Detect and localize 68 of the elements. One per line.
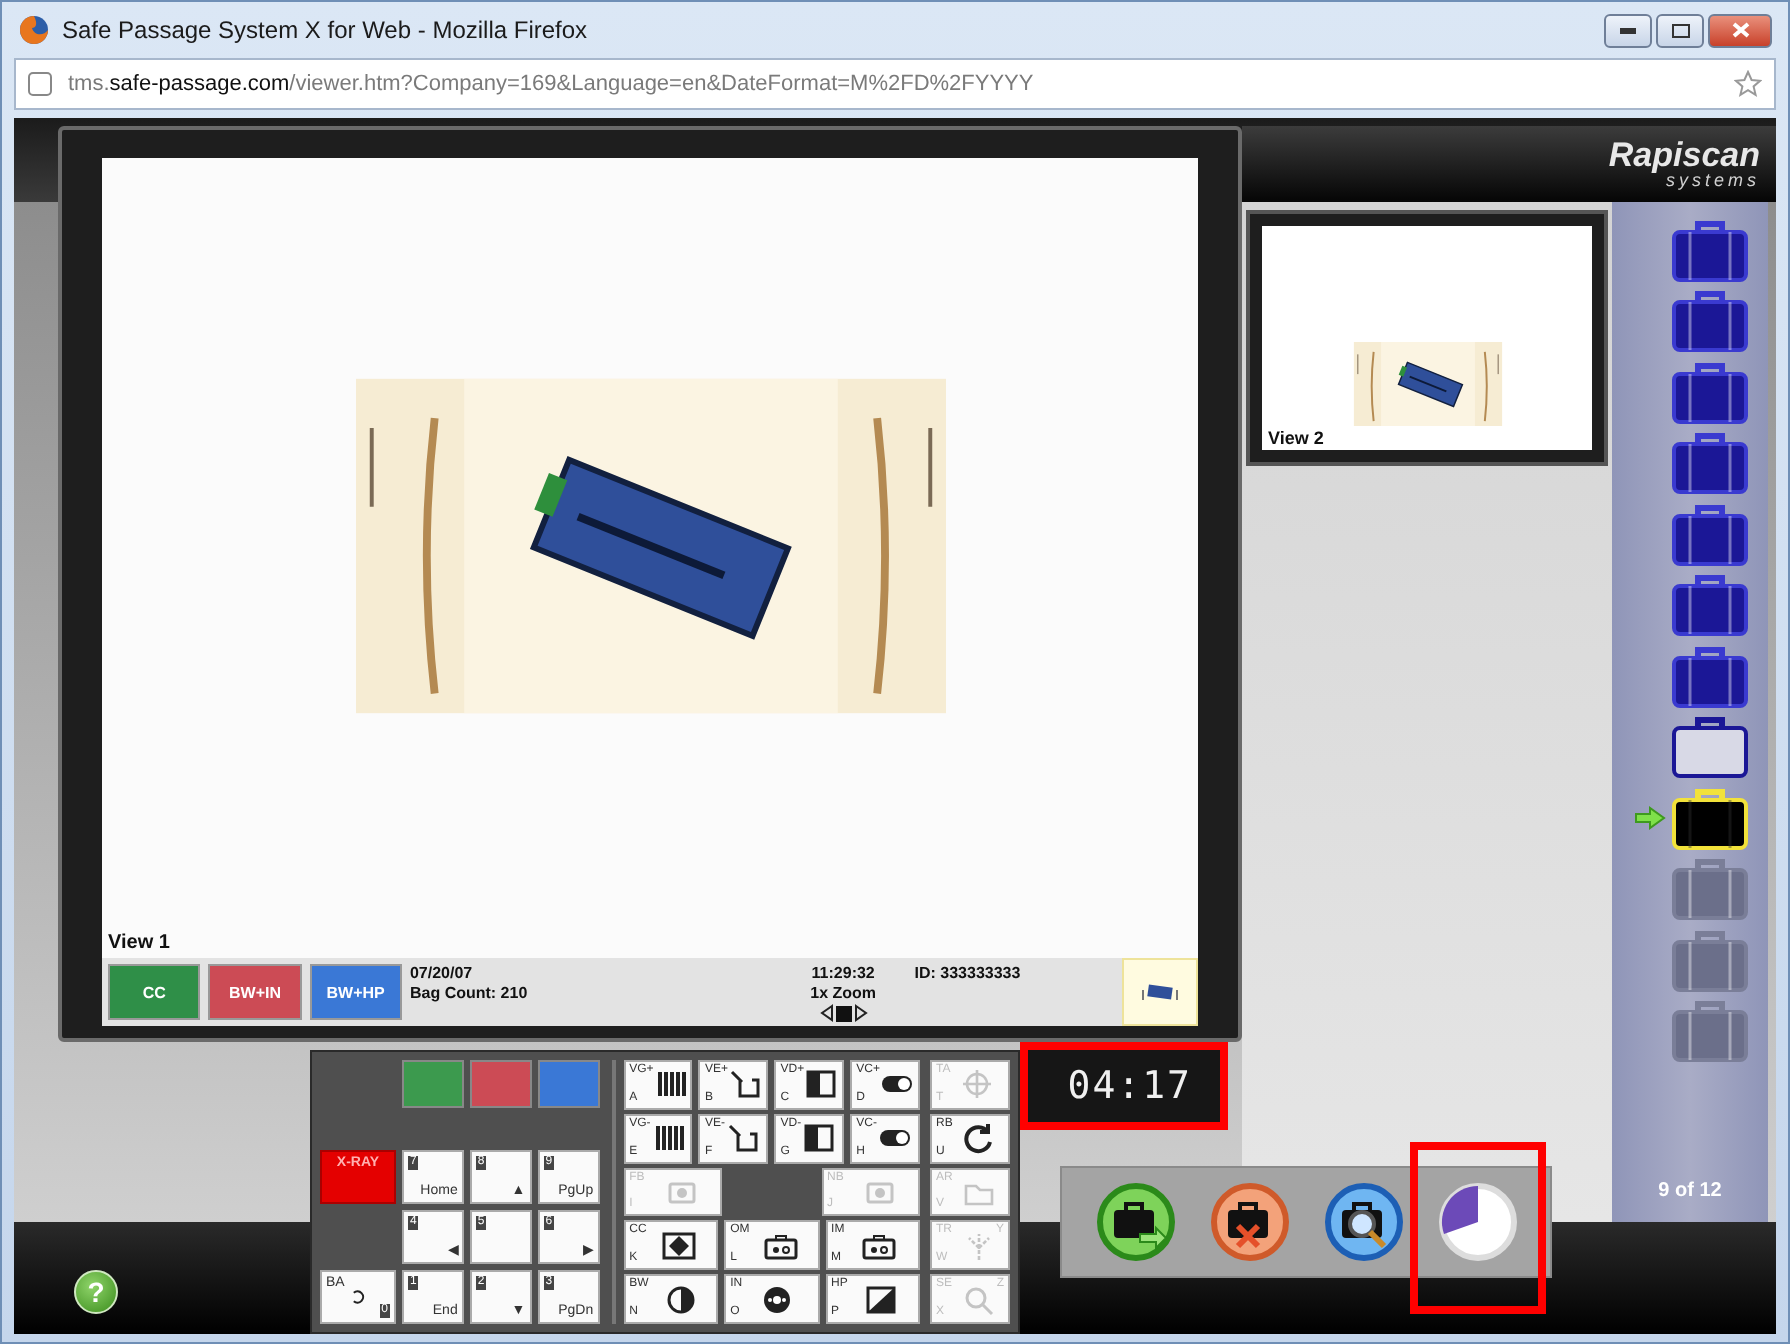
maximize-button[interactable] [1656, 13, 1704, 47]
contrast-icon [663, 1283, 698, 1316]
split-square-icon [804, 1068, 839, 1101]
countdown-timer: 04:17 [1028, 1050, 1220, 1122]
bag-count: Bag Count: 210 [409, 984, 528, 1004]
suitcase-icon [1670, 927, 1750, 992]
dotted-circle-icon [760, 1283, 795, 1316]
barcode-icon [653, 1068, 688, 1101]
color-key[interactable] [469, 1060, 532, 1108]
suitcase-icon [1670, 430, 1750, 495]
suitcase-icon [1670, 856, 1750, 921]
thumbnail-card[interactable]: View 2 [1246, 210, 1608, 466]
action-button[interactable] [1095, 1182, 1175, 1262]
suitcase-icon [1670, 288, 1750, 353]
crop-icon [726, 1122, 761, 1155]
view-label: View 1 [106, 932, 172, 958]
window-title: Safe Passage System X for Web - Mozilla Firefox [62, 16, 590, 44]
crop-icon [728, 1068, 763, 1101]
bag-scan-icon [1141, 984, 1178, 1000]
page-icon [28, 72, 52, 96]
suitcase-icon [1670, 643, 1750, 708]
suitcase-icon [1670, 572, 1750, 637]
suitcase-icon [1670, 785, 1750, 850]
suitcase-icon [1670, 998, 1750, 1063]
suitcase-icon [1670, 359, 1750, 424]
suitcase-magnifier-icon [1323, 1182, 1403, 1262]
star-icon [1734, 70, 1762, 98]
left-triangle-icon[interactable] [819, 1004, 834, 1022]
brand-subtitle: systems [1665, 171, 1760, 189]
scan-time: 11:29:32 [811, 964, 875, 984]
url-text: tms.safe-passage.com/viewer.htm?Company=169&Language=en&DateFormat=M%2FD%2FYYYY [68, 72, 1036, 96]
bag-thumbnail[interactable] [1121, 958, 1198, 1026]
suitcase-cross-icon [1209, 1182, 1289, 1262]
brand-logo: Rapiscan [1608, 139, 1760, 171]
search-icon [961, 1283, 995, 1316]
bag-id: ID: 333333333 [914, 964, 1021, 984]
filter-button[interactable]: BW+HP [309, 964, 402, 1020]
maximize-icon [1671, 23, 1689, 37]
diagonal-square-icon [863, 1283, 898, 1316]
square-icon [835, 1005, 852, 1021]
color-key[interactable] [537, 1060, 600, 1108]
bag-icon [764, 1229, 799, 1262]
right-triangle-icon[interactable] [853, 1004, 868, 1022]
minimize-button[interactable] [1604, 13, 1652, 47]
close-icon [1731, 22, 1749, 38]
filter-button[interactable]: CC [108, 964, 201, 1020]
filter-button[interactable]: BW+IN [208, 964, 302, 1020]
split-square-icon [802, 1122, 837, 1155]
color-key[interactable] [402, 1060, 464, 1108]
bag-icon [862, 1229, 897, 1262]
crosshair-icon [960, 1068, 995, 1101]
view-label: View 2 [1266, 426, 1326, 450]
suitcase-icon [1670, 217, 1750, 282]
arrow-icon [1634, 805, 1666, 830]
scan-date: 07/20/07 [409, 964, 473, 984]
action-button[interactable] [1209, 1182, 1289, 1262]
bag-position: 9 of 12 [1658, 1180, 1722, 1202]
barcode-icon [651, 1122, 686, 1155]
action-button[interactable] [1323, 1182, 1403, 1262]
rotate-icon [961, 1122, 996, 1155]
pie-clock-icon [1437, 1182, 1517, 1262]
close-button[interactable] [1708, 13, 1772, 47]
suitcase-outline-icon [1670, 714, 1750, 779]
minimize-icon [1620, 27, 1636, 33]
address-bar[interactable]: tms.safe-passage.com/viewer.htm?Company=169&Language=en&DateFormat=M%2FD%2FYYYY [14, 58, 1776, 110]
zoom-level: 1x Zoom [810, 984, 877, 1004]
grid-icon [662, 1229, 697, 1262]
suitcase-icon [1670, 501, 1750, 566]
